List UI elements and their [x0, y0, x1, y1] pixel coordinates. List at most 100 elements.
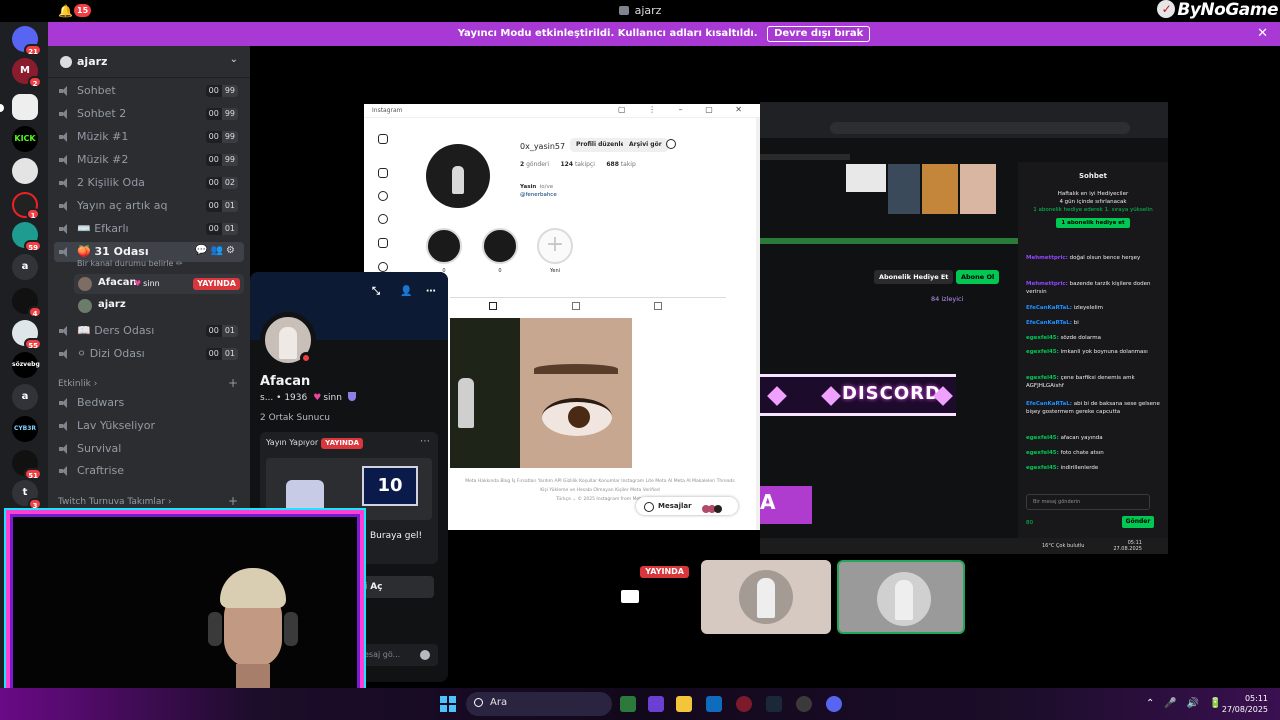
gift-sub-button[interactable]: Abonelik Hediye Et	[874, 270, 954, 284]
chat-username[interactable]: Mehmettpric:	[1026, 255, 1068, 261]
direct-messages-icon[interactable]: 21	[12, 26, 42, 56]
emoji-icon[interactable]	[420, 650, 430, 660]
mutual-servers[interactable]: 2 Ortak Sunucu	[260, 413, 330, 423]
chat-username[interactable]: egexfel45:	[1026, 465, 1059, 471]
story-highlight[interactable]	[482, 228, 518, 264]
app-icon[interactable]	[620, 696, 636, 712]
add-channel-icon[interactable]: +	[228, 376, 238, 390]
channel-points[interactable]: 80	[1026, 519, 1066, 527]
voice-user[interactable]: ajarz	[74, 296, 244, 316]
voice-channel[interactable]: Müzik #2 00 99	[54, 150, 244, 170]
file-explorer-icon[interactable]	[676, 696, 692, 712]
more-icon[interactable]: ⋯	[420, 436, 430, 447]
voice-user[interactable]: Afacansinn YAYINDA	[74, 274, 244, 294]
server-icon[interactable]	[12, 94, 38, 120]
category-twitch-turnuva[interactable]: Twitch Turnuva Takımlar ›	[58, 497, 172, 507]
channel-actions[interactable]: 💬👥⚙	[195, 245, 238, 256]
close-icon[interactable]: ✕	[1257, 22, 1268, 46]
gear-icon[interactable]	[666, 139, 676, 149]
stream-tile[interactable]: YAYINDA	[565, 560, 695, 634]
voice-channel[interactable]: Sohbet 00 99	[54, 81, 244, 101]
chat-username[interactable]: egexfel45:	[1026, 349, 1059, 355]
server-header[interactable]: ajarz ⌄	[48, 46, 250, 78]
app-icon[interactable]	[736, 696, 752, 712]
taskbar-clock[interactable]: 05:11 27/08/2025	[1222, 693, 1268, 715]
profile-avatar[interactable]	[426, 144, 490, 208]
chat-username[interactable]: egexfel45:	[1026, 450, 1059, 456]
voice-channel[interactable]: Lav Yükseliyor	[54, 416, 244, 436]
explore-icon[interactable]	[378, 214, 388, 224]
home-icon[interactable]	[378, 168, 388, 178]
add-user-icon[interactable]: 👥	[211, 245, 226, 256]
chat-username[interactable]: EfeCanKaRTaL:	[1026, 305, 1072, 311]
server-icon[interactable]: 55	[12, 320, 42, 350]
voice-channel[interactable]: Sohbet 2 00 99	[54, 104, 244, 124]
channel-status[interactable]: Bir kanal durumu belirle ✏	[77, 259, 183, 268]
footer-links[interactable]: Meta Hakkında Blog İş Fırsatları Yardım …	[450, 477, 750, 486]
reels-icon[interactable]	[378, 238, 388, 248]
server-icon[interactable]: CYB3R	[12, 416, 38, 442]
chat-input[interactable]: Bir mesaj gönderin	[1026, 494, 1150, 510]
server-icon[interactable]: a	[12, 384, 38, 410]
voice-channel[interactable]: Müzik #1 00 99	[54, 127, 244, 147]
voice-channel[interactable]: Yayın aç artık aq 00 01	[54, 196, 244, 216]
messages-icon[interactable]	[378, 262, 388, 272]
voice-channel[interactable]: 2 Kişilik Oda 00 02	[54, 173, 244, 193]
server-icon[interactable]: 1	[12, 192, 40, 220]
messages-button[interactable]: Mesajlar	[636, 497, 738, 515]
profile-message-input[interactable]: esaj gö...	[360, 644, 438, 666]
footer-links[interactable]: Kişi Yükleme ve Hesabı Olmayan Kişiler M…	[450, 486, 750, 495]
edit-profile-button[interactable]: Profili düzenle	[570, 138, 631, 152]
saved-icon[interactable]	[572, 302, 580, 310]
chevron-down-icon[interactable]: ⌄	[230, 54, 238, 65]
voice-channel[interactable]: Bedwars	[54, 393, 244, 413]
category-etkinlik[interactable]: Etkinlik ›	[58, 379, 97, 389]
server-icon[interactable]: 59	[12, 222, 42, 252]
post-thumbnail[interactable]	[450, 318, 520, 468]
kick-server-icon[interactable]: KICK	[12, 126, 38, 152]
voice-channel[interactable]: Survival	[54, 439, 244, 459]
story-highlight[interactable]	[426, 228, 462, 264]
tagged-icon[interactable]	[654, 302, 662, 310]
user-tile[interactable]	[701, 560, 831, 634]
disable-streamer-mode-button[interactable]: Devre dışı bırak	[767, 26, 871, 42]
server-icon[interactable]: 51	[12, 450, 42, 480]
windows-start-icon[interactable]	[440, 696, 456, 712]
server-icon[interactable]	[12, 158, 38, 184]
server-icon[interactable]: sözvebg	[12, 352, 40, 378]
add-friend-icon[interactable]: 👤	[400, 286, 412, 297]
chat-username[interactable]: egexfel45:	[1026, 375, 1059, 381]
chat-username[interactable]: EfeCanKaRTaL:	[1026, 320, 1072, 326]
chat-send-button[interactable]: Gönder	[1122, 516, 1154, 528]
more-icon[interactable]: ⋯	[426, 286, 436, 297]
chat-username[interactable]: Mehmettpric:	[1026, 281, 1068, 287]
search-icon[interactable]	[378, 191, 388, 201]
discord-icon[interactable]	[826, 696, 842, 712]
server-icon[interactable]: M2	[12, 58, 42, 88]
new-highlight-button[interactable]: +	[537, 228, 573, 264]
expand-icon[interactable]: ⤡	[372, 286, 380, 297]
chat-icon[interactable]: 💬	[195, 245, 210, 256]
voice-channel[interactable]: Craftrise	[54, 461, 244, 481]
instagram-logo-icon[interactable]	[378, 134, 388, 144]
voice-channel[interactable]: ⚪ Dizi Odası 00 01	[54, 344, 244, 364]
copilot-icon[interactable]	[648, 696, 664, 712]
taskbar-search[interactable]: Ara	[466, 692, 612, 716]
server-icon[interactable]: t3	[12, 480, 42, 510]
user-tile-speaking[interactable]	[837, 560, 965, 634]
system-tray[interactable]: ⌃🎤🔊🔋	[1146, 698, 1232, 709]
server-icon[interactable]: 4	[12, 288, 42, 318]
chat-username[interactable]: EfeCanKaRTaL:	[1026, 401, 1072, 407]
join-stream-button[interactable]: i Aç	[360, 576, 434, 598]
gear-icon[interactable]: ⚙	[226, 245, 238, 256]
add-channel-icon[interactable]: +	[228, 494, 238, 508]
voice-channel[interactable]: 📖 Ders Odası 00 01	[54, 321, 244, 341]
window-controls[interactable]: ▢ ⋮ – ▢ ✕	[618, 105, 752, 114]
scrollbar[interactable]	[756, 118, 760, 530]
bio-link[interactable]: @fenerbahce	[520, 192, 557, 198]
voice-channel[interactable]: ⌨️ Efkarlı 00 01	[54, 219, 244, 239]
steam-icon[interactable]	[766, 696, 782, 712]
server-icon[interactable]: a	[12, 254, 38, 280]
chat-username[interactable]: egexfel45:	[1026, 435, 1059, 441]
app-icon[interactable]	[796, 696, 812, 712]
